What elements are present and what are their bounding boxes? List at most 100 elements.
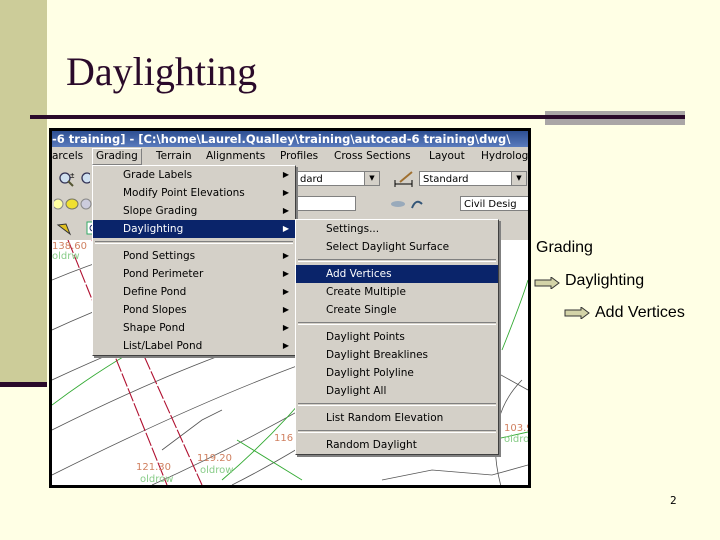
menu-item-label: Daylight Polyline bbox=[326, 367, 414, 379]
page-number: 2 bbox=[670, 494, 677, 507]
submenu-arrow-icon: ▶ bbox=[282, 269, 289, 278]
menu-item-label: Add Vertices bbox=[326, 268, 392, 280]
menu-item-label: Random Daylight bbox=[326, 439, 417, 451]
menu-item-label: Pond Perimeter bbox=[123, 268, 204, 280]
menu-item-label: Daylight Points bbox=[326, 331, 405, 343]
menu-item-modify-point-elevations[interactable]: Modify Point Elevations ▶ bbox=[93, 184, 295, 202]
point-elevation-label: 103.9 bbox=[504, 423, 528, 434]
dropdown-arrow-icon[interactable]: ▼ bbox=[511, 172, 526, 185]
menu-item-pond-perimeter[interactable]: Pond Perimeter ▶ bbox=[93, 265, 295, 283]
menu-item-label: Daylight All bbox=[326, 385, 387, 397]
title-rule bbox=[30, 115, 685, 119]
menu-item-label: Define Pond bbox=[123, 286, 187, 298]
menu-item-label: Create Multiple bbox=[326, 286, 406, 298]
menu-item-label: List/Label Pond bbox=[123, 340, 203, 352]
zoom-window-icon[interactable] bbox=[80, 171, 90, 187]
submenu-arrow-icon: ▶ bbox=[282, 323, 289, 332]
breadcrumb-daylighting: Daylighting bbox=[565, 272, 645, 289]
menu-item-label: Grade Labels bbox=[123, 169, 193, 181]
zoom-realtime-icon[interactable]: ± bbox=[58, 171, 78, 187]
menu-item-random-daylight[interactable]: Random Daylight bbox=[296, 436, 498, 454]
menu-item-list-random-elevation[interactable]: List Random Elevation bbox=[296, 409, 498, 427]
menu-profiles[interactable]: Profiles bbox=[280, 147, 318, 166]
app-screenshot: -6 training] - [C:\home\Laurel.Qualley\t… bbox=[49, 128, 531, 488]
menu-item-daylighting[interactable]: Daylighting ▶ bbox=[93, 220, 295, 238]
menu-item-list-label-pond[interactable]: List/Label Pond ▶ bbox=[93, 337, 295, 355]
arrow-right-icon bbox=[534, 277, 560, 289]
menu-item-shape-pond[interactable]: Shape Pond ▶ bbox=[93, 319, 295, 337]
submenu-arrow-icon: ▶ bbox=[282, 341, 289, 350]
layer-tools-icon[interactable] bbox=[388, 196, 428, 212]
pick-tool-icon[interactable] bbox=[56, 220, 76, 236]
slide-title: Daylighting bbox=[66, 49, 258, 94]
menu-item-daylight-polyline[interactable]: Daylight Polyline bbox=[296, 364, 498, 382]
menu-item-label: Settings... bbox=[326, 223, 380, 235]
layer-combo[interactable] bbox=[296, 196, 356, 211]
menu-item-label: Pond Settings bbox=[123, 250, 196, 262]
menu-item-pond-slopes[interactable]: Pond Slopes ▶ bbox=[93, 301, 295, 319]
menu-separator bbox=[95, 241, 293, 244]
menu-item-create-single[interactable]: Create Single bbox=[296, 301, 498, 319]
menu-separator bbox=[298, 403, 496, 406]
point-description-label: oldrw bbox=[52, 251, 80, 262]
menu-item-label: Daylight Breaklines bbox=[326, 349, 429, 361]
menu-item-label: Slope Grading bbox=[123, 205, 198, 217]
menu-item-label: Daylighting bbox=[123, 223, 184, 235]
dimension-style-combo[interactable]: Standard ▼ bbox=[419, 171, 527, 186]
svg-text:±: ± bbox=[70, 171, 75, 180]
workspace-value: Civil Desig bbox=[464, 199, 517, 210]
text-style-value: dard bbox=[300, 174, 323, 185]
menu-item-select-daylight-surface[interactable]: Select Daylight Surface bbox=[296, 238, 498, 256]
layer-state-icons[interactable] bbox=[54, 197, 94, 211]
breadcrumb-grading: Grading bbox=[536, 239, 593, 256]
submenu-arrow-icon: ▶ bbox=[282, 224, 289, 233]
point-elevation-label: 121.30 bbox=[136, 462, 171, 473]
menu-item-create-multiple[interactable]: Create Multiple bbox=[296, 283, 498, 301]
breadcrumb-add-vertices: Add Vertices bbox=[595, 304, 685, 321]
submenu-arrow-icon: ▶ bbox=[282, 206, 289, 215]
point-description-label: oldrow bbox=[504, 434, 528, 445]
daylighting-submenu: Settings... Select Daylight Surface Add … bbox=[295, 219, 499, 455]
point-elevation-label: 119.20 bbox=[197, 453, 232, 464]
menubar: arcels Grading Terrain Alignments Profil… bbox=[52, 147, 528, 166]
left-accent-rule bbox=[0, 382, 47, 387]
menu-item-daylight-all[interactable]: Daylight All bbox=[296, 382, 498, 400]
menu-separator bbox=[298, 322, 496, 325]
menu-item-pond-settings[interactable]: Pond Settings ▶ bbox=[93, 247, 295, 265]
menu-terrain[interactable]: Terrain bbox=[156, 147, 192, 166]
menu-hydrology[interactable]: Hydrolog bbox=[481, 147, 528, 166]
menu-grading[interactable]: Grading bbox=[92, 148, 142, 165]
menu-item-slope-grading[interactable]: Slope Grading ▶ bbox=[93, 202, 295, 220]
menu-item-daylight-points[interactable]: Daylight Points bbox=[296, 328, 498, 346]
menu-item-label: Shape Pond bbox=[123, 322, 185, 334]
dimension-style-value: Standard bbox=[423, 174, 469, 185]
menu-separator bbox=[298, 259, 496, 262]
workspace-combo[interactable]: Civil Desig bbox=[460, 196, 528, 211]
menu-item-label: Modify Point Elevations bbox=[123, 187, 245, 199]
menu-item-define-pond[interactable]: Define Pond ▶ bbox=[93, 283, 295, 301]
app-titlebar: -6 training] - [C:\home\Laurel.Qualley\t… bbox=[52, 131, 528, 147]
menu-alignments[interactable]: Alignments bbox=[206, 147, 265, 166]
menu-item-label: Create Single bbox=[326, 304, 397, 316]
menu-item-grade-labels[interactable]: Grade Labels ▶ bbox=[93, 166, 295, 184]
submenu-arrow-icon: ▶ bbox=[282, 287, 289, 296]
dropdown-arrow-icon[interactable]: ▼ bbox=[364, 172, 379, 185]
submenu-arrow-icon: ▶ bbox=[282, 305, 289, 314]
submenu-arrow-icon: ▶ bbox=[282, 188, 289, 197]
menu-item-add-vertices[interactable]: Add Vertices bbox=[296, 265, 498, 283]
dimension-style-icon[interactable] bbox=[392, 170, 416, 188]
point-description-label: oldrow bbox=[140, 474, 174, 485]
menu-item-daylight-breaklines[interactable]: Daylight Breaklines bbox=[296, 346, 498, 364]
menu-cross-sections[interactable]: Cross Sections bbox=[334, 147, 411, 166]
text-style-combo[interactable]: dard ▼ bbox=[296, 171, 380, 186]
menu-separator bbox=[298, 430, 496, 433]
menu-item-label: Pond Slopes bbox=[123, 304, 187, 316]
menu-parcels[interactable]: arcels bbox=[52, 147, 83, 166]
submenu-arrow-icon: ▶ bbox=[282, 251, 289, 260]
arrow-right-icon bbox=[564, 307, 590, 319]
left-accent-band bbox=[0, 0, 47, 383]
menu-item-label: Select Daylight Surface bbox=[326, 241, 450, 253]
menu-layout[interactable]: Layout bbox=[429, 147, 465, 166]
menu-item-settings[interactable]: Settings... bbox=[296, 220, 498, 238]
point-elevation-label: 116 bbox=[274, 433, 294, 444]
